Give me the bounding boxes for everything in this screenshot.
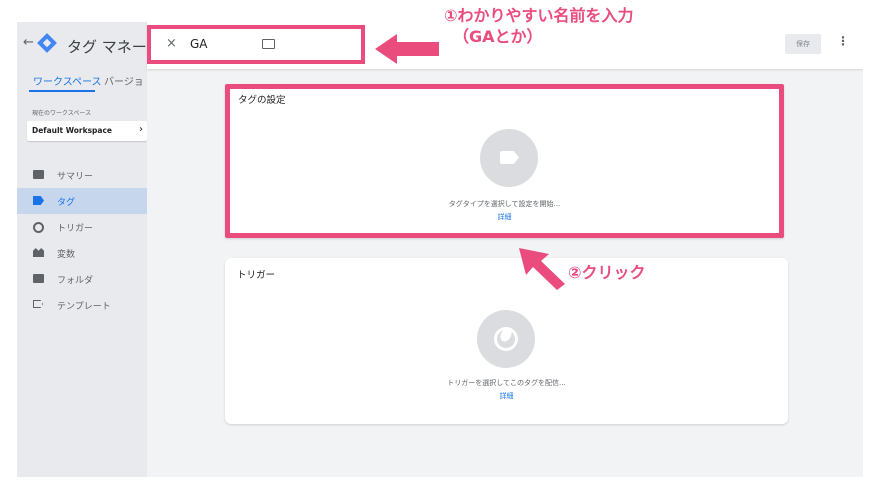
gtm-logo-icon [37,33,57,53]
workspace-name: Default Workspace [32,126,113,135]
chevron-right-icon: › [139,124,143,135]
triggering-card[interactable]: トリガー トリガーを選択してこのタグを配信... 詳細 [225,258,788,424]
sidebar-nav: サマリー タグ トリガー 変数 フォルダ テンプレート [17,162,147,318]
sidebar-item-summary[interactable]: サマリー [17,162,147,188]
annotation-step2: ②クリック [568,263,646,282]
annotation-arrow-left [375,34,439,64]
tag-name-field-highlight: × GA [147,25,365,64]
learn-more-link[interactable]: 詳細 [230,212,779,222]
sidebar-item-label: タグ [57,198,76,208]
sidebar-item-label: フォルダ [57,276,94,286]
sidebar-item-label: サマリー [57,172,94,182]
sidebar: ← タグ マネー ワークスペース バージョ 現在のワークスペース Default… [17,22,147,477]
sidebar-item-label: トリガー [57,224,94,234]
app-title: タグ マネー [67,38,147,56]
tag-name-input[interactable]: GA [190,37,208,51]
app-bar: ← タグ マネー [17,22,147,69]
tab-workspace[interactable]: ワークスペース [33,73,102,88]
sidebar-item-label: テンプレート [57,302,111,312]
active-tab-indicator [29,90,95,92]
trigger-placeholder[interactable] [477,310,535,368]
close-icon[interactable]: × [166,36,177,51]
template-icon [33,300,43,308]
back-arrow-icon[interactable]: ← [23,35,34,50]
variables-icon [33,248,44,257]
tag-configuration-title: タグの設定 [238,95,286,106]
trigger-icon [33,222,44,233]
annotation-arrow-diagonal [519,248,565,290]
trigger-icon [494,327,518,351]
sidebar-item-tags[interactable]: タグ [17,188,147,214]
more-vert-icon[interactable]: ⋮ [837,34,849,48]
sidebar-item-label: 変数 [57,250,76,260]
save-button[interactable]: 保存 [785,34,821,54]
folder-icon[interactable] [262,39,275,49]
workspace-selector[interactable]: Default Workspace › [27,121,147,141]
triggering-title: トリガー [237,270,276,281]
annotation-step1: ①わかりやすい名前を入力 [444,6,634,25]
tag-editor-panel: × GA 保存 ⋮ タグの設定 タグタイプを選択して設定を開始... 詳細 トリ… [147,22,863,477]
gtm-window: ← タグ マネー ワークスペース バージョ 現在のワークスペース Default… [17,22,863,477]
sidebar-item-variables[interactable]: 変数 [17,240,147,266]
trigger-hint: トリガーを選択してこのタグを配信... [447,379,566,387]
tag-type-hint: タグタイプを選択して設定を開始... [448,200,561,208]
tag-type-placeholder[interactable] [480,129,538,187]
sidebar-item-templates[interactable]: テンプレート [17,292,147,318]
tab-versions[interactable]: バージョ [104,73,144,88]
current-workspace-label: 現在のワークスペース [32,110,92,117]
summary-icon [33,170,44,179]
sidebar-item-triggers[interactable]: トリガー [17,214,147,240]
workspace-tabs: ワークスペース バージョ [17,69,147,93]
tag-configuration-card[interactable]: タグの設定 タグタイプを選択して設定を開始... 詳細 [225,84,784,238]
learn-more-link[interactable]: 詳細 [225,391,788,401]
sidebar-item-folders[interactable]: フォルダ [17,266,147,292]
folder-icon [33,274,44,283]
annotation-step1-note: （GAとか） [453,27,543,46]
tag-icon [500,151,519,164]
tag-icon [33,196,44,205]
